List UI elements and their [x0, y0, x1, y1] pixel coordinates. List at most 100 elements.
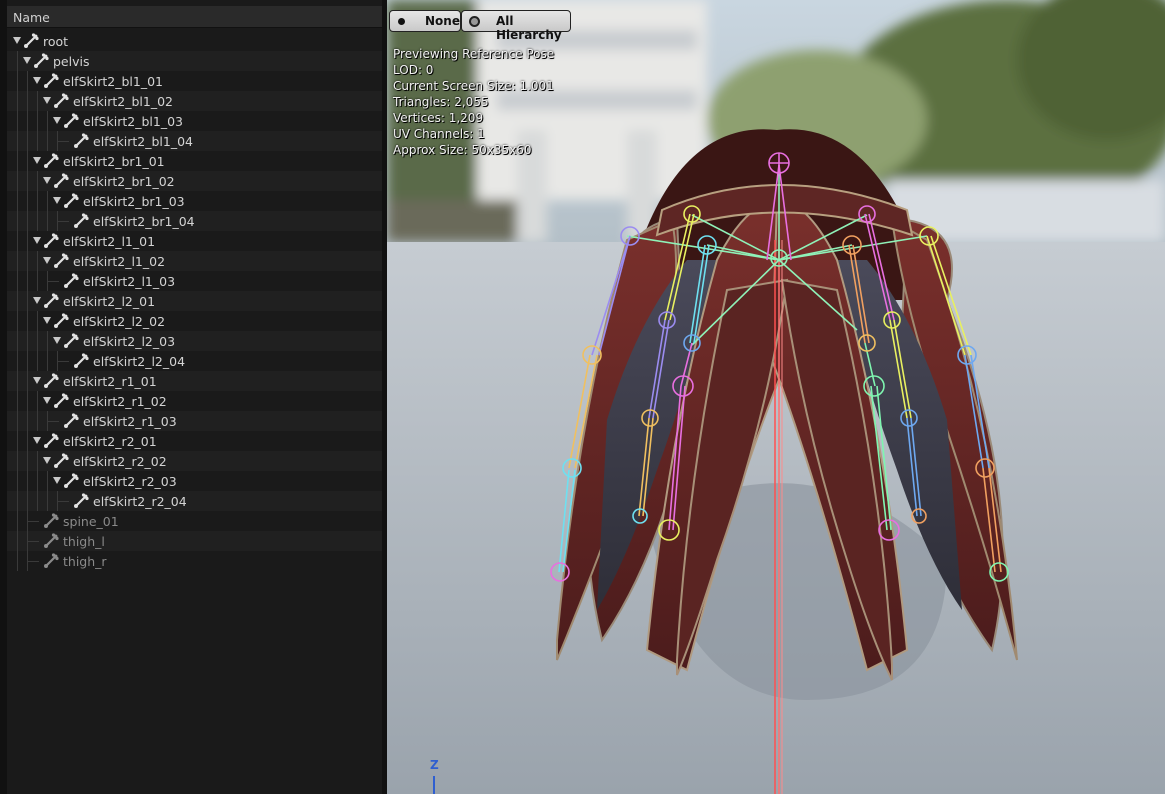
tree-row[interactable]: thigh_r	[7, 551, 382, 571]
radio-icon	[469, 16, 480, 27]
bone-name: elfSkirt2_l1_03	[83, 274, 176, 289]
bone-icon	[43, 373, 59, 389]
bone-icon	[73, 213, 89, 229]
expand-arrow-icon[interactable]	[13, 37, 21, 44]
tree-guide-line	[17, 151, 18, 171]
bone-icon	[43, 73, 59, 89]
bone-name: elfSkirt2_l1_02	[73, 254, 166, 269]
expand-arrow-icon[interactable]	[33, 377, 41, 384]
triangles-text: Triangles: 2,055	[393, 95, 489, 109]
none-button[interactable]: None	[389, 10, 461, 32]
tree-row[interactable]: elfSkirt2_r1_01	[7, 371, 382, 391]
tree-row[interactable]: elfSkirt2_bl1_02	[7, 91, 382, 111]
tree-row[interactable]: pelvis	[7, 51, 382, 71]
tree-guide-line	[17, 131, 18, 151]
tree-guide-line	[27, 191, 28, 211]
expand-arrow-icon[interactable]	[43, 457, 51, 464]
bone-name: elfSkirt2_r2_04	[93, 494, 187, 509]
bone-name: elfSkirt2_l2_01	[63, 294, 156, 309]
tree-guide-line	[37, 271, 38, 291]
expand-arrow-icon[interactable]	[33, 437, 41, 444]
tree-guide-line	[27, 231, 28, 251]
tree-row[interactable]: elfSkirt2_l1_01	[7, 231, 382, 251]
tree-guide-line	[27, 521, 39, 522]
bone-icon	[73, 493, 89, 509]
tree-row[interactable]: elfSkirt2_br1_01	[7, 151, 382, 171]
bone-icon	[53, 173, 69, 189]
tree-guide-line	[27, 251, 28, 271]
tree-row[interactable]: elfSkirt2_l2_04	[7, 351, 382, 371]
tree-row[interactable]: elfSkirt2_br1_04	[7, 211, 382, 231]
tree-row[interactable]: spine_01	[7, 511, 382, 531]
bone-icon	[73, 133, 89, 149]
tree-row[interactable]: elfSkirt2_r1_03	[7, 411, 382, 431]
tree-row[interactable]: elfSkirt2_l1_03	[7, 271, 382, 291]
bone-name: elfSkirt2_br1_01	[63, 154, 165, 169]
tree-row[interactable]: elfSkirt2_r2_03	[7, 471, 382, 491]
radio-selected-icon	[398, 18, 405, 25]
bone-name: spine_01	[63, 514, 119, 529]
tree-row[interactable]: root	[7, 31, 382, 51]
tree-row[interactable]: thigh_l	[7, 531, 382, 551]
expand-arrow-icon[interactable]	[23, 57, 31, 64]
expand-arrow-icon[interactable]	[43, 257, 51, 264]
tree-guide-line	[27, 411, 28, 431]
z-axis-label: Z	[430, 758, 439, 772]
expand-arrow-icon[interactable]	[53, 337, 61, 344]
tree-row[interactable]: elfSkirt2_l1_02	[7, 251, 382, 271]
bone-name: thigh_r	[63, 554, 107, 569]
tree-row[interactable]: elfSkirt2_r1_02	[7, 391, 382, 411]
bone-name: pelvis	[53, 54, 90, 69]
tree-guide-line	[37, 311, 38, 331]
bone-icon	[63, 413, 79, 429]
bone-icon	[43, 533, 59, 549]
expand-arrow-icon[interactable]	[43, 177, 51, 184]
tree-row[interactable]: elfSkirt2_bl1_04	[7, 131, 382, 151]
tree-row[interactable]: elfSkirt2_br1_03	[7, 191, 382, 211]
bone-icon	[33, 53, 49, 69]
bone-name: elfSkirt2_r2_01	[63, 434, 157, 449]
expand-arrow-icon[interactable]	[33, 297, 41, 304]
viewport-stats: Previewing Reference Pose LOD: 0 Current…	[393, 46, 554, 158]
tree-row[interactable]: elfSkirt2_bl1_03	[7, 111, 382, 131]
tree-guide-line	[37, 391, 38, 411]
expand-arrow-icon[interactable]	[43, 397, 51, 404]
tree-guide-line	[57, 141, 69, 142]
bone-name: elfSkirt2_r1_01	[63, 374, 157, 389]
preview-mode-text: Previewing Reference Pose	[393, 47, 555, 61]
bone-tree: root pelvis elfSkirt2_bl1_01 elfSkirt2_bl1_…	[7, 31, 382, 571]
expand-arrow-icon[interactable]	[33, 77, 41, 84]
tree-guide-line	[37, 491, 38, 511]
all-hierarchy-button[interactable]: All Hierarchy	[461, 10, 571, 42]
uv-channels-text: UV Channels: 1	[393, 127, 485, 141]
screen-size-text: Current Screen Size: 1.001	[393, 79, 554, 93]
tree-guide-line	[17, 351, 18, 371]
expand-arrow-icon[interactable]	[53, 477, 61, 484]
tree-row[interactable]: elfSkirt2_r2_04	[7, 491, 382, 511]
tree-row[interactable]: elfSkirt2_l2_01	[7, 291, 382, 311]
expand-arrow-icon[interactable]	[33, 237, 41, 244]
tree-row[interactable]: elfSkirt2_br1_02	[7, 171, 382, 191]
expand-arrow-icon[interactable]	[33, 157, 41, 164]
tree-guide-line	[47, 211, 48, 231]
tree-row[interactable]: elfSkirt2_l2_03	[7, 331, 382, 351]
bone-name: elfSkirt2_r2_03	[83, 474, 177, 489]
tree-row[interactable]: elfSkirt2_l2_02	[7, 311, 382, 331]
approx-size-text: Approx Size: 50x35x60	[393, 143, 532, 157]
bone-icon	[63, 113, 79, 129]
expand-arrow-icon[interactable]	[53, 197, 61, 204]
tree-guide-line	[37, 251, 38, 271]
tree-row[interactable]: elfSkirt2_bl1_01	[7, 71, 382, 91]
tree-row[interactable]: elfSkirt2_r2_02	[7, 451, 382, 471]
expand-arrow-icon[interactable]	[53, 117, 61, 124]
expand-arrow-icon[interactable]	[43, 97, 51, 104]
tree-guide-line	[47, 191, 48, 211]
bone-name: elfSkirt2_br1_02	[73, 174, 175, 189]
tree-guide-line	[27, 171, 28, 191]
tree-guide-line	[47, 471, 48, 491]
bone-name: elfSkirt2_l1_01	[63, 234, 156, 249]
tree-column-header[interactable]: Name	[7, 6, 382, 28]
tree-guide-line	[17, 371, 18, 391]
tree-row[interactable]: elfSkirt2_r2_01	[7, 431, 382, 451]
expand-arrow-icon[interactable]	[43, 317, 51, 324]
